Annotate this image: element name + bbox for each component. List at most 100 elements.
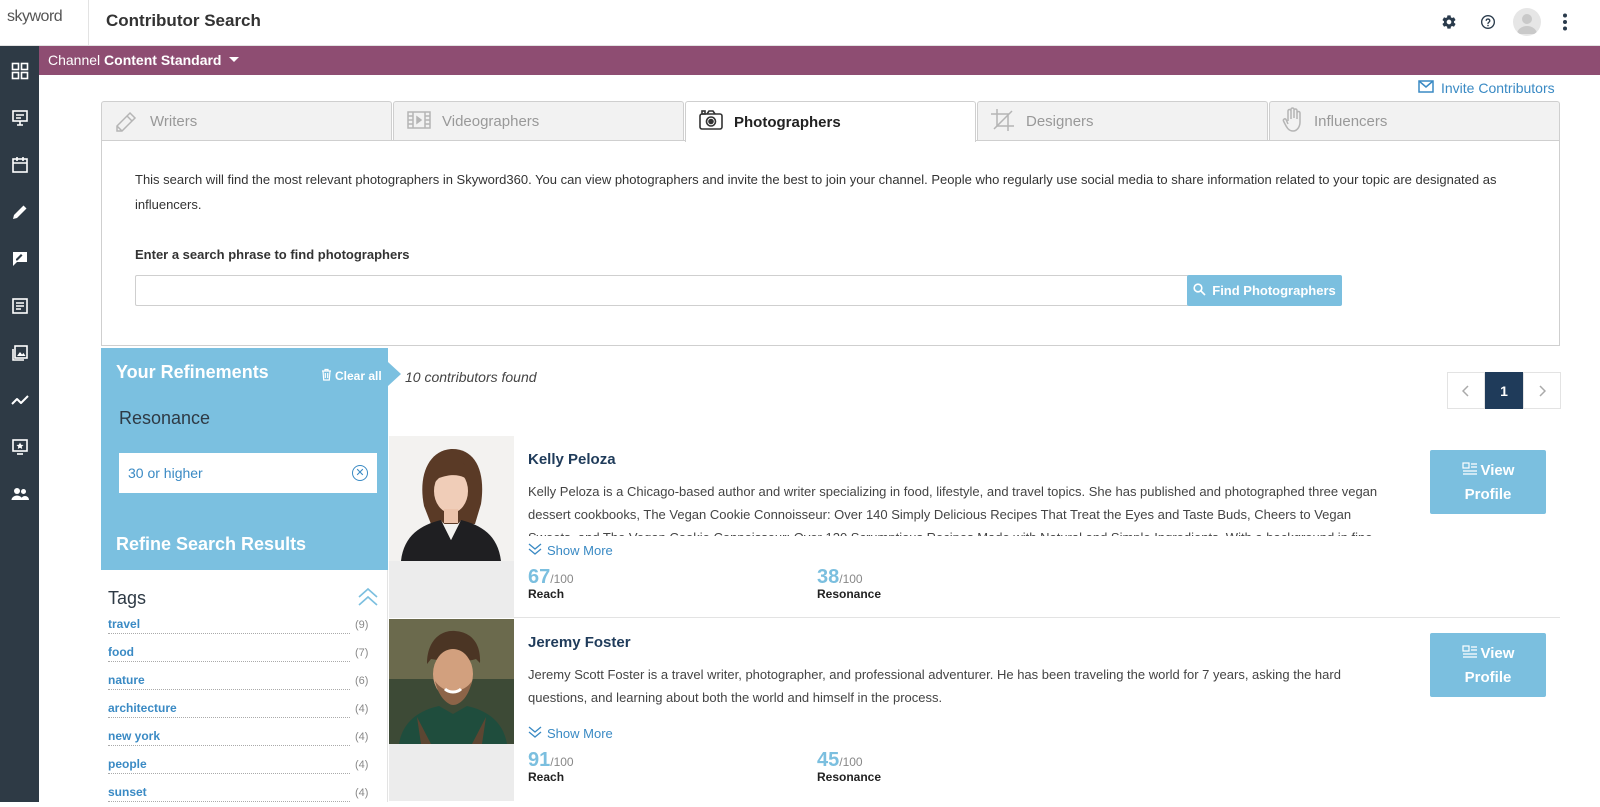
tag-count: (4) [355,759,369,771]
crop-icon [990,108,1016,136]
calendar-icon[interactable] [5,150,34,179]
reach-metric: 91/100 Reach [528,749,574,784]
show-more-label: Show More [547,726,613,741]
tab-label: Photographers [734,113,841,131]
resonance-metric: 38/100 Resonance [817,566,881,601]
envelope-icon [1418,80,1434,96]
resonance-metric: 45/100 Resonance [817,749,881,784]
tag-name[interactable]: people [108,757,350,774]
contributor-photo[interactable] [389,619,514,744]
channel-bar: Channel Content Standard [39,46,1600,75]
channel-selector[interactable]: Content Standard [104,52,221,68]
tag-name[interactable]: new york [108,729,350,746]
contributor-card: Kelly Peloza Kelly Peloza is a Chicago-b… [389,436,1560,618]
tag-item[interactable]: travel (9) [108,617,369,639]
contributor-bio: Jeremy Scott Foster is a travel writer, … [528,667,1341,705]
tag-item[interactable]: nature (6) [108,673,368,695]
tag-item[interactable]: people (4) [108,757,369,779]
clear-all-label: Clear all [335,369,382,383]
resonance-denominator: /100 [839,755,863,769]
star-screen-icon[interactable] [5,432,34,461]
current-page[interactable]: 1 [1485,372,1523,409]
search-description: This search will find the most relevant … [135,172,1497,212]
refine-results-title: Refine Search Results [116,534,307,554]
dashboard-icon[interactable] [5,56,34,85]
comment-edit-icon[interactable] [5,244,34,273]
next-page-button[interactable] [1523,372,1561,409]
profile-label: Profile [1464,668,1512,686]
show-more-link[interactable]: Show More [528,542,613,559]
gallery-icon[interactable] [5,338,34,367]
refinements-arrow [388,362,401,386]
tag-item[interactable]: food (7) [108,645,369,667]
tab-photographers[interactable]: Photographers [685,101,976,142]
tag-name[interactable]: sunset [108,785,350,802]
contributor-name[interactable]: Kelly Peloza [528,451,616,468]
tab-label: Designers [1026,113,1094,130]
contributor-name[interactable]: Jeremy Foster [528,634,631,651]
tag-name[interactable]: travel [108,617,350,634]
tag-item[interactable]: new york (4) [108,729,369,751]
skyword-logo[interactable]: skyword [7,8,63,26]
help-icon[interactable] [1477,11,1499,33]
contributor-card: Jeremy Foster Jeremy Scott Foster is a t… [389,619,1560,801]
presentation-icon[interactable] [5,103,34,132]
tag-count: (7) [355,647,369,659]
resonance-label: Resonance [817,770,882,784]
tag-name[interactable]: architecture [108,701,350,718]
tag-name[interactable]: nature [108,673,350,690]
resonance-facet-title: Resonance [119,408,211,428]
prev-page-button[interactable] [1447,372,1485,409]
pencil-icon[interactable] [5,197,34,226]
gear-icon[interactable] [1438,11,1460,33]
page-title: Contributor Search [106,11,261,30]
resonance-value: 38 [817,566,840,588]
caret-down-icon[interactable] [229,56,240,62]
more-vert-icon[interactable] [1554,11,1576,33]
tab-label: Influencers [1314,113,1388,130]
contributor-photo[interactable] [389,436,514,561]
contributor-bio: Kelly Peloza is a Chicago-based author a… [528,484,1378,536]
tag-count: (4) [355,787,369,799]
remove-filter-icon[interactable]: ✕ [352,465,368,481]
tab-writers[interactable]: Writers [101,101,392,141]
logo-divider [88,0,89,46]
tab-designers[interactable]: Designers [977,101,1268,141]
tag-count: (4) [355,703,369,715]
tab-videographers[interactable]: Videographers [393,101,684,141]
view-profile-button[interactable]: View Profile [1430,450,1546,514]
tag-count: (4) [355,731,369,743]
find-photographers-button[interactable]: Find Photographers [1187,275,1342,306]
profile-card-icon [1461,460,1478,483]
tag-name[interactable]: food [108,645,350,662]
tag-item[interactable]: architecture (4) [108,701,369,723]
pagination: 1 [1447,372,1561,409]
channel-label: Channel [48,52,101,68]
chip-label: 30 or higher [128,465,203,481]
view-label: View [1480,645,1515,662]
tag-count: (9) [355,619,369,631]
article-icon[interactable] [5,291,34,320]
invite-contributors-link[interactable]: Invite Contributors [1418,80,1555,96]
search-input[interactable] [135,275,1189,306]
people-icon[interactable] [5,479,34,508]
resonance-value: 45 [817,749,840,771]
chevron-up-icon[interactable] [356,586,380,613]
clear-all-button[interactable]: Clear all [321,368,382,384]
show-more-link[interactable]: Show More [528,725,613,742]
camera-icon [698,108,724,136]
reach-denominator: /100 [550,572,574,586]
view-label: View [1480,462,1515,479]
view-profile-button[interactable]: View Profile [1430,633,1546,697]
refinements-title: Your Refinements [116,362,269,382]
tab-influencers[interactable]: Influencers [1269,101,1560,141]
avatar[interactable] [1513,8,1541,36]
analytics-icon[interactable] [5,385,34,414]
tag-item[interactable]: sunset (4) [108,785,369,807]
reach-denominator: /100 [550,755,574,769]
profile-card-icon [1461,643,1478,666]
tags-title: Tags [108,588,147,608]
pen-icon [114,108,140,136]
search-icon [1193,282,1206,299]
find-button-label: Find Photographers [1212,283,1336,298]
